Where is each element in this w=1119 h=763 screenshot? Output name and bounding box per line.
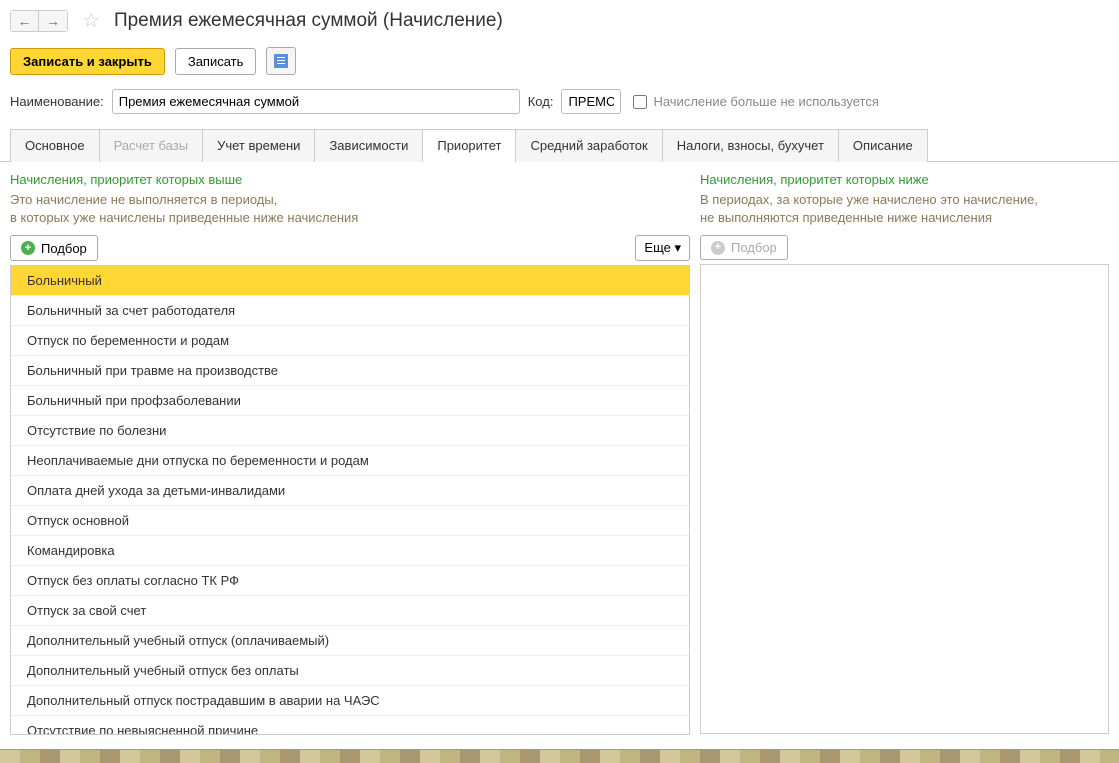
nav-buttons: ← → xyxy=(10,10,68,32)
plus-icon: + xyxy=(21,241,35,255)
save-close-button[interactable]: Записать и закрыть xyxy=(10,48,165,75)
tab-desc[interactable]: Описание xyxy=(838,129,928,162)
code-input[interactable] xyxy=(561,89,621,114)
footer-strip xyxy=(0,749,1119,763)
page-title: Премия ежемесячная суммой (Начисление) xyxy=(114,10,503,32)
tab-time[interactable]: Учет времени xyxy=(202,129,315,162)
list-item[interactable]: Отпуск без оплаты согласно ТК РФ xyxy=(11,566,689,596)
list-item[interactable]: Больничный xyxy=(11,266,689,296)
plus-icon-disabled: + xyxy=(711,241,725,255)
list-item[interactable]: Отпуск по беременности и родам xyxy=(11,326,689,356)
list-item[interactable]: Неоплачиваемые дни отпуска по беременнос… xyxy=(11,446,689,476)
back-button[interactable]: ← xyxy=(11,11,39,31)
pick-higher-button[interactable]: + Подбор xyxy=(10,235,98,261)
list-item[interactable]: Больничный за счет работодателя xyxy=(11,296,689,326)
forward-button[interactable]: → xyxy=(39,11,67,31)
list-item[interactable]: Больничный при профзаболевании xyxy=(11,386,689,416)
higher-priority-desc: Это начисление не выполняется в периоды,… xyxy=(10,191,690,227)
favorite-star-icon[interactable]: ☆ xyxy=(82,8,100,33)
name-input[interactable] xyxy=(112,89,520,114)
list-item[interactable]: Командировка xyxy=(11,536,689,566)
save-button[interactable]: Записать xyxy=(175,48,257,75)
list-item[interactable]: Больничный при травме на производстве xyxy=(11,356,689,386)
lower-priority-title: Начисления, приоритет которых ниже xyxy=(700,172,1109,187)
lower-priority-list[interactable] xyxy=(700,264,1109,734)
higher-priority-title: Начисления, приоритет которых выше xyxy=(10,172,690,187)
list-item[interactable]: Оплата дней ухода за детьми-инвалидами xyxy=(11,476,689,506)
tab-priority[interactable]: Приоритет xyxy=(422,129,516,162)
pick-lower-label: Подбор xyxy=(731,240,777,255)
pick-higher-label: Подбор xyxy=(41,241,87,256)
list-item[interactable]: Отпуск основной xyxy=(11,506,689,536)
name-label: Наименование: xyxy=(10,94,104,109)
lower-priority-desc: В периодах, за которые уже начислено это… xyxy=(700,191,1109,227)
list-button[interactable] xyxy=(266,47,296,75)
unused-checkbox-label: Начисление больше не используется xyxy=(653,94,878,109)
tab-strip: ОсновноеРасчет базыУчет времениЗависимос… xyxy=(0,128,1119,162)
code-label: Код: xyxy=(528,94,554,109)
tab-main[interactable]: Основное xyxy=(10,129,100,162)
tab-base: Расчет базы xyxy=(99,129,204,162)
higher-priority-list[interactable]: БольничныйБольничный за счет работодател… xyxy=(10,265,690,735)
tab-tax[interactable]: Налоги, взносы, бухучет xyxy=(662,129,839,162)
more-button[interactable]: Еще ▾ xyxy=(635,235,690,261)
list-icon xyxy=(274,54,288,68)
unused-checkbox[interactable] xyxy=(633,95,647,109)
unused-checkbox-wrap[interactable]: Начисление больше не используется xyxy=(633,94,878,109)
list-item[interactable]: Дополнительный учебный отпуск без оплаты xyxy=(11,656,689,686)
pick-lower-button[interactable]: + Подбор xyxy=(700,235,788,260)
list-item[interactable]: Отпуск за свой счет xyxy=(11,596,689,626)
list-item[interactable]: Дополнительный учебный отпуск (оплачивае… xyxy=(11,626,689,656)
tab-deps[interactable]: Зависимости xyxy=(314,129,423,162)
tab-avg[interactable]: Средний заработок xyxy=(515,129,662,162)
list-item[interactable]: Отсутствие по болезни xyxy=(11,416,689,446)
list-item[interactable]: Дополнительный отпуск пострадавшим в ава… xyxy=(11,686,689,716)
list-item[interactable]: Отсутствие по невыясненной причине xyxy=(11,716,689,735)
